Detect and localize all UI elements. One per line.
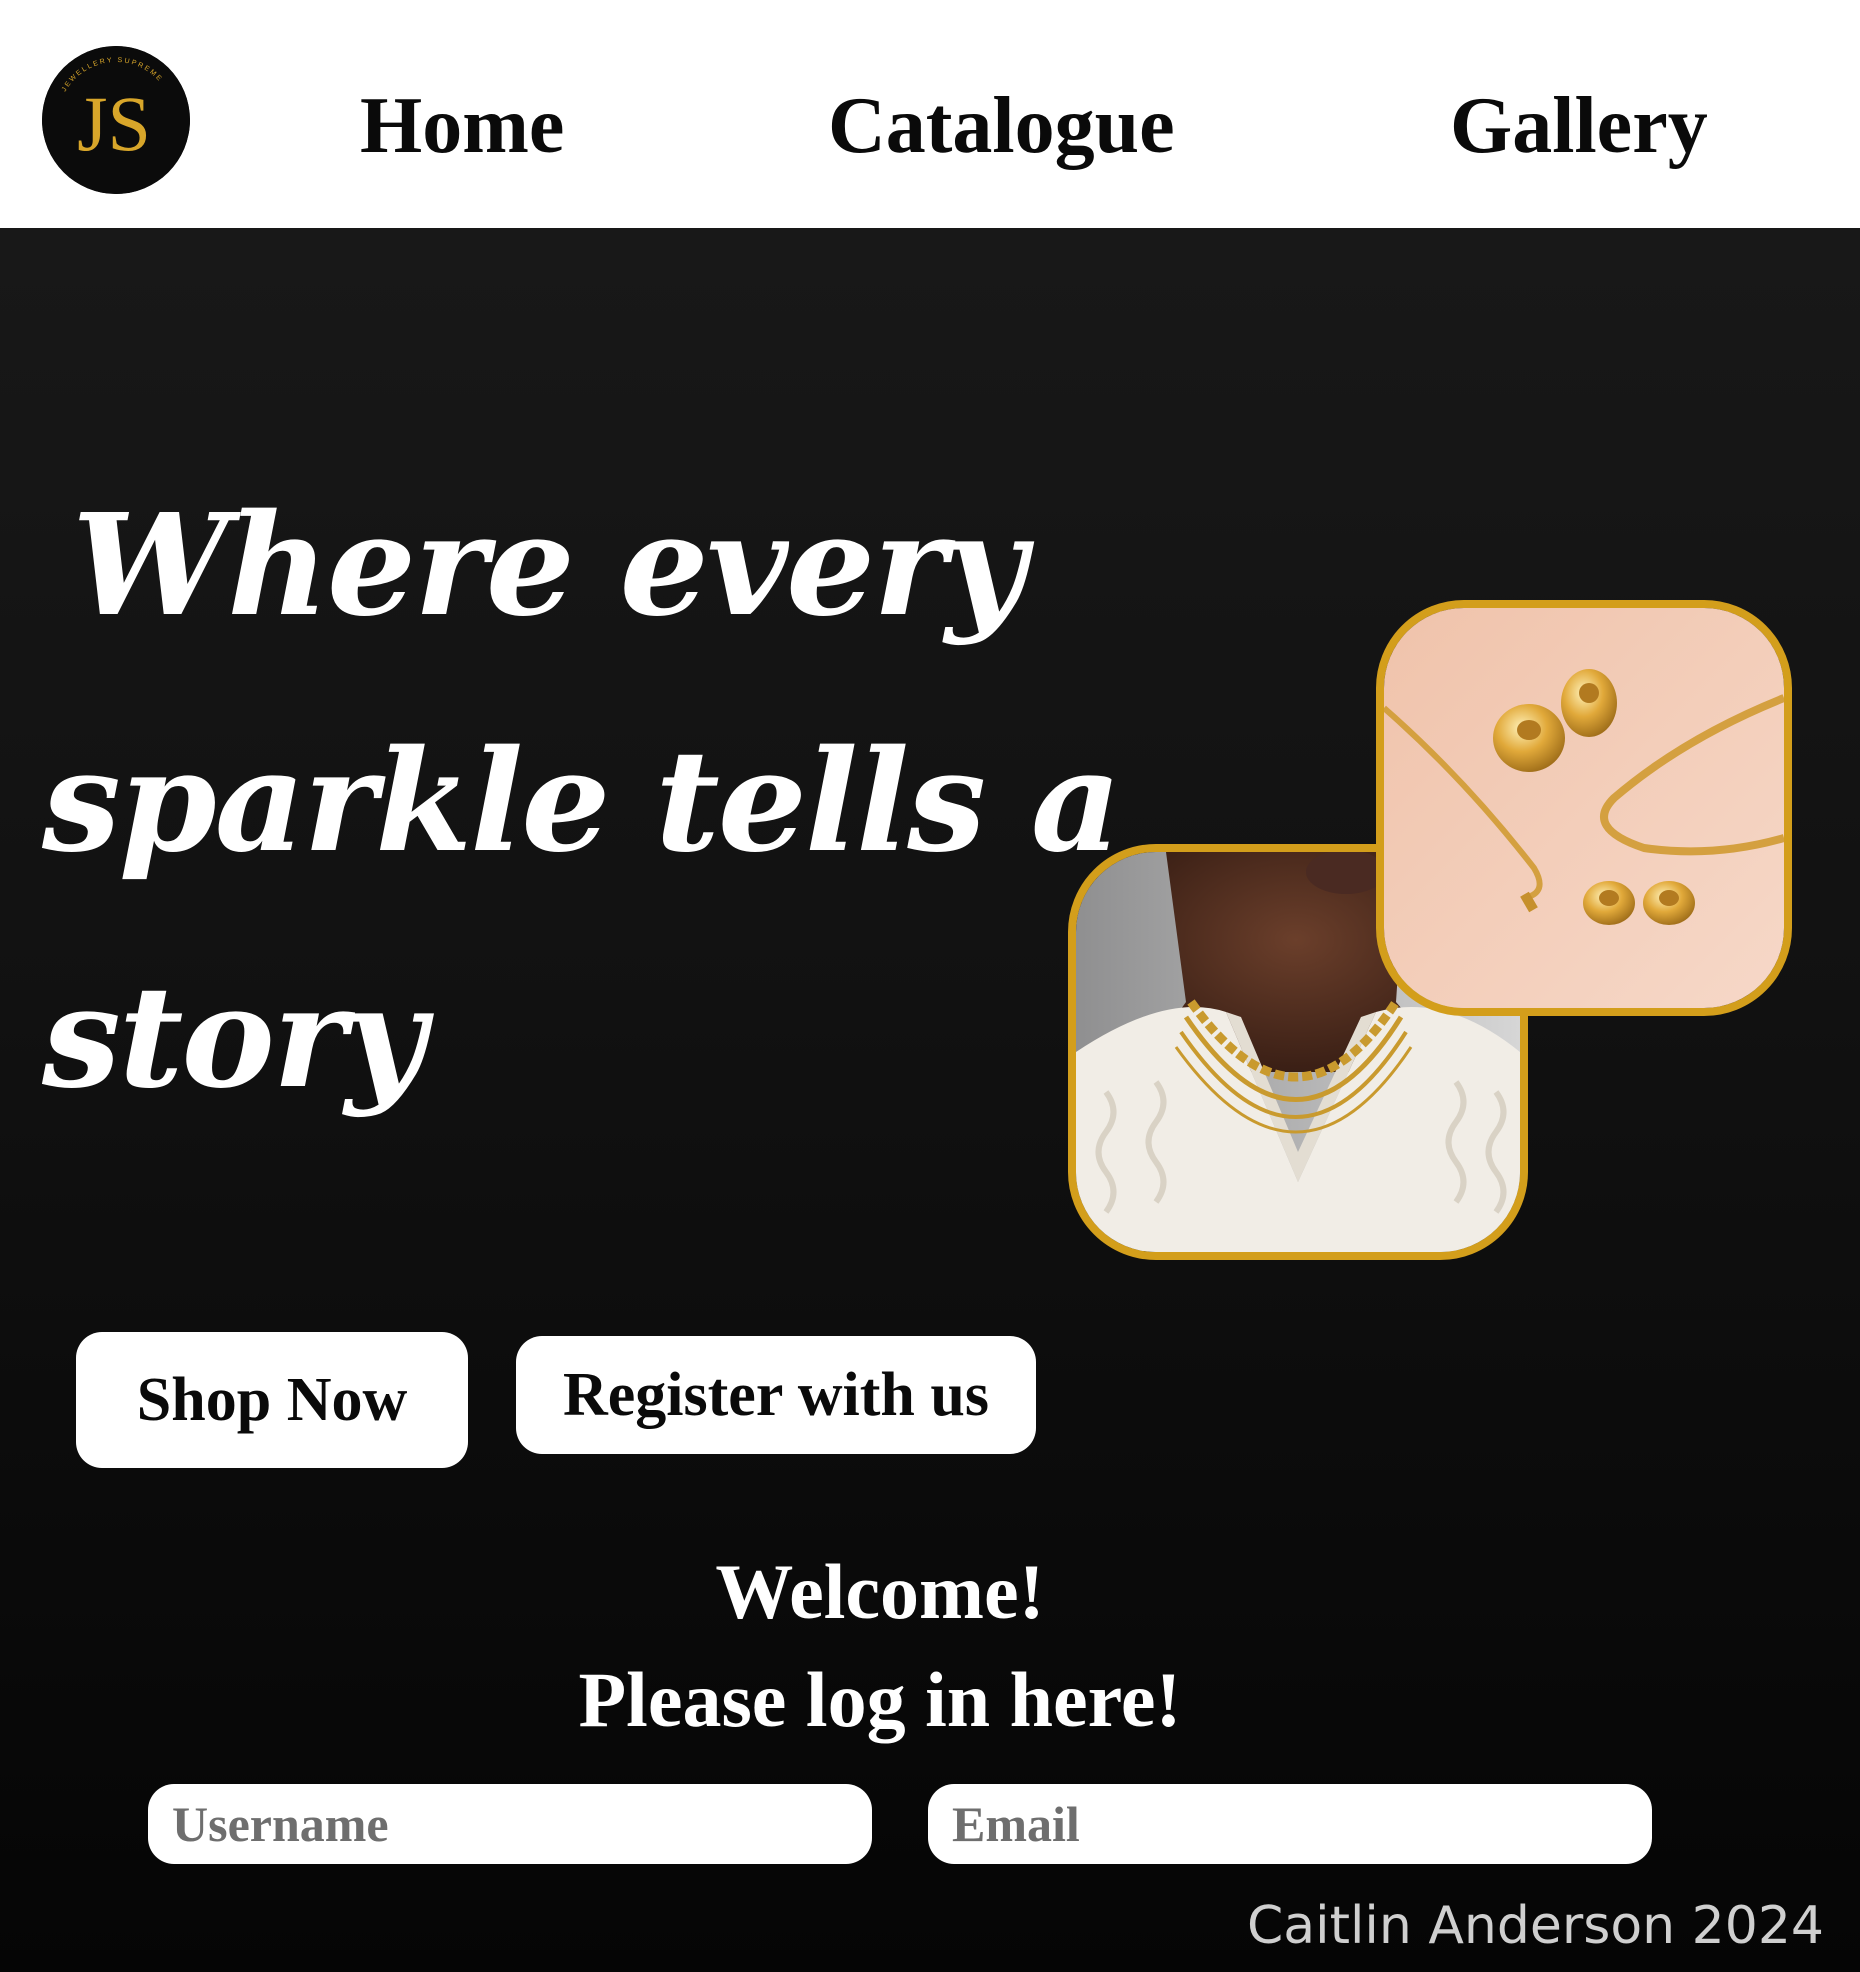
hero-tagline: Where every sparkle tells a story xyxy=(42,448,1122,1156)
logo-monogram: JS xyxy=(77,80,151,167)
site-header: JEWELLERY SUPREME JS Home Catalogue Gall… xyxy=(0,0,1860,228)
welcome-line: Welcome! xyxy=(715,1548,1045,1635)
email-input[interactable] xyxy=(928,1784,1652,1864)
tagline-line-1: Where every xyxy=(72,484,1026,648)
hero-section: Where every sparkle tells a story Shop N… xyxy=(0,228,1860,1972)
nav-catalogue[interactable]: Catalogue xyxy=(828,76,1175,176)
jewellery-flatlay-photo xyxy=(1376,600,1792,1016)
tagline-line-3: story xyxy=(42,956,426,1120)
tagline-line-2: sparkle tells a xyxy=(42,720,1122,884)
login-heading: Welcome! Please log in here! xyxy=(0,1538,1760,1754)
register-button[interactable]: Register with us xyxy=(516,1336,1036,1454)
nav-home[interactable]: Home xyxy=(360,76,564,176)
nav-gallery[interactable]: Gallery xyxy=(1450,76,1708,176)
username-input[interactable] xyxy=(148,1784,872,1864)
brand-logo[interactable]: JEWELLERY SUPREME JS xyxy=(42,46,190,194)
jewellery-flatlay-image xyxy=(1384,608,1784,1008)
login-prompt-line: Please log in here! xyxy=(578,1656,1182,1743)
author-credit: Caitlin Anderson 2024 xyxy=(1246,1896,1824,1956)
shop-now-button[interactable]: Shop Now xyxy=(76,1332,468,1468)
js-monogram-icon: JEWELLERY SUPREME JS xyxy=(42,46,190,194)
